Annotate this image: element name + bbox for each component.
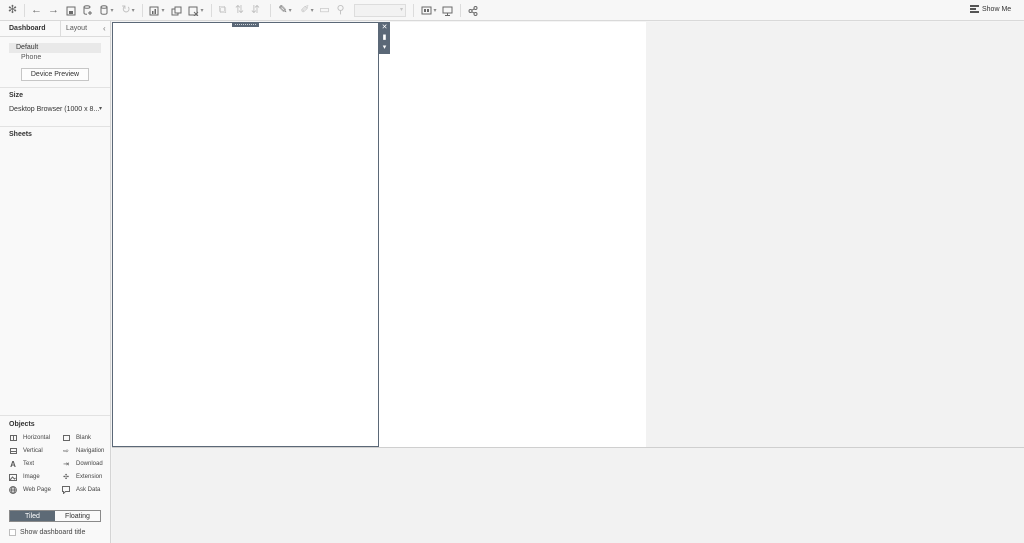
text-icon: A xyxy=(10,459,16,469)
object-label: Image xyxy=(23,474,40,480)
device-preview-button[interactable]: Device Preview xyxy=(21,68,89,81)
size-dropdown[interactable]: Desktop Browser (1000 x 8... ▾ xyxy=(9,105,103,114)
undo-icon[interactable]: ← xyxy=(30,3,43,18)
object-horizontal[interactable]: Horizontal xyxy=(9,434,50,442)
show-me-label: Show Me xyxy=(982,5,1012,13)
device-phone[interactable]: Phone xyxy=(21,53,41,63)
object-label: Horizontal xyxy=(23,435,51,441)
object-label: Blank xyxy=(76,435,92,441)
fix-axes-icon[interactable]: ⚲ xyxy=(334,3,347,18)
save-icon[interactable] xyxy=(64,3,77,18)
pane-tabs: Dashboard Layout ‹ xyxy=(0,21,111,37)
tiled-button[interactable]: Tiled xyxy=(10,511,55,521)
tableau-logo-icon[interactable]: ✻ xyxy=(6,3,19,18)
image-icon xyxy=(9,473,17,481)
toolbar-separator xyxy=(142,4,143,17)
container-controls: ✕ ▮ ▾ xyxy=(379,22,390,54)
highlight-icon[interactable]: ✎ ▾ xyxy=(275,3,295,18)
object-vertical[interactable]: Vertical xyxy=(9,447,43,455)
refresh-icon[interactable]: ↻ ▾ xyxy=(118,3,138,18)
ask-data-icon xyxy=(62,486,70,494)
object-download[interactable]: ⇥ Download xyxy=(62,460,103,468)
pin-icon[interactable]: ▮ xyxy=(383,34,387,42)
object-label: Text xyxy=(23,461,35,467)
sheets-title: Sheets xyxy=(9,131,32,138)
download-icon: ⇥ xyxy=(63,461,69,468)
redo-icon[interactable]: → xyxy=(47,3,60,18)
group-icon[interactable]: ✐ ▾ xyxy=(297,3,317,18)
horizontal-container-icon xyxy=(9,434,17,442)
fit-select[interactable] xyxy=(354,4,406,17)
object-ask-data[interactable]: Ask Data xyxy=(62,486,100,494)
divider xyxy=(0,415,110,416)
label-icon[interactable]: ▭ xyxy=(318,3,331,18)
object-image[interactable]: Image xyxy=(9,473,40,481)
toolbar-separator xyxy=(413,4,414,17)
chevron-down-icon: ▾ xyxy=(98,106,102,112)
sort-ascending-icon[interactable]: ⇅ xyxy=(233,3,246,18)
extension-icon: ✣ xyxy=(63,474,69,481)
vertical-container-icon xyxy=(9,447,17,455)
object-extension[interactable]: ✣ Extension xyxy=(62,473,102,481)
show-me-button[interactable]: Show Me xyxy=(970,5,1011,13)
toolbar-separator xyxy=(24,4,25,17)
size-title: Size xyxy=(9,92,24,99)
show-title-checkbox[interactable] xyxy=(9,529,16,536)
toolbar-separator xyxy=(270,4,271,17)
object-label: Extension xyxy=(76,474,103,480)
presentation-mode-icon[interactable] xyxy=(441,3,454,18)
pause-updates-icon[interactable]: ▾ xyxy=(98,3,116,18)
object-label: Download xyxy=(76,461,103,467)
dashboard-side-pane: Dashboard Layout ‹ Default Phone Device … xyxy=(0,21,111,543)
more-options-icon[interactable]: ▾ xyxy=(383,44,387,52)
show-dashboard-title[interactable]: Show dashboard title xyxy=(9,529,85,536)
tab-layout[interactable]: Layout xyxy=(66,25,87,32)
tiled-floating-toggle: Tiled Floating xyxy=(9,510,101,522)
divider xyxy=(0,87,110,88)
object-label: Ask Data xyxy=(76,487,101,493)
tab-divider xyxy=(60,21,61,37)
navigation-icon: ⇨ xyxy=(63,448,69,455)
new-datasource-icon[interactable] xyxy=(81,3,94,18)
object-label: Navigation xyxy=(76,448,105,454)
duplicate-sheet-icon[interactable] xyxy=(170,3,183,18)
show-cards-icon[interactable]: ▾ xyxy=(419,3,439,18)
sort-descending-icon[interactable]: ⇵ xyxy=(249,3,262,18)
clear-sheet-icon[interactable]: ▾ xyxy=(186,3,206,18)
object-navigation[interactable]: ⇨ Navigation xyxy=(62,447,104,455)
new-worksheet-icon[interactable]: ▾ xyxy=(147,3,167,18)
web-page-icon xyxy=(9,486,17,494)
swap-icon[interactable]: ⧉ xyxy=(216,3,229,18)
object-web-page[interactable]: Web Page xyxy=(9,486,51,494)
selected-container[interactable] xyxy=(112,22,379,447)
size-value: Desktop Browser (1000 x 8... xyxy=(9,106,100,113)
objects-title: Objects xyxy=(9,421,35,428)
floating-button[interactable]: Floating xyxy=(55,511,100,521)
dashboard-bottom-edge xyxy=(112,447,1024,448)
collapse-pane-icon[interactable]: ‹ xyxy=(103,24,106,33)
toolbar-separator xyxy=(460,4,461,17)
device-default[interactable]: Default xyxy=(9,43,101,53)
share-icon[interactable] xyxy=(466,3,479,18)
toolbar: ✻ ← → ▾ ↻▾ ▾ ▾ ⧉ ⇅ ⇵ ✎▾ ✐▾ ▭ ⚲ ▾ Show Me xyxy=(0,0,1024,21)
show-title-label: Show dashboard title xyxy=(20,529,86,536)
blank-icon xyxy=(62,434,70,442)
tab-dashboard[interactable]: Dashboard xyxy=(9,25,46,32)
object-text[interactable]: A Text xyxy=(9,459,35,469)
close-icon[interactable]: ✕ xyxy=(382,24,388,32)
toolbar-separator xyxy=(211,4,212,17)
object-blank[interactable]: Blank xyxy=(62,434,91,442)
move-handle[interactable] xyxy=(232,22,259,27)
object-label: Vertical xyxy=(23,448,43,454)
object-label: Web Page xyxy=(23,487,51,493)
divider xyxy=(0,126,110,127)
show-me-icon xyxy=(970,5,979,13)
